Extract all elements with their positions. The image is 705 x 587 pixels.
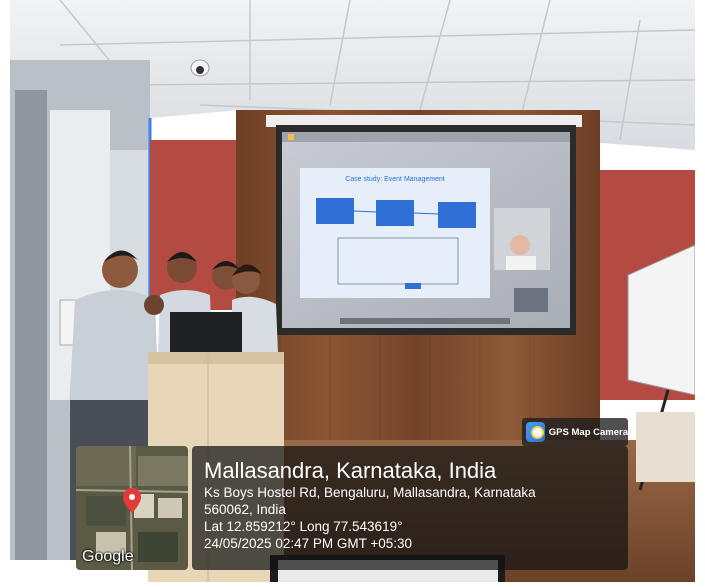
address-line-1: Ks Boys Hostel Rd, Bengaluru, Mallasandr…: [204, 485, 536, 500]
google-logo: Google: [82, 548, 134, 565]
left-border: [0, 0, 10, 582]
badge-label: GPS Map Camera: [548, 426, 628, 438]
address-line-2: 560062, India: [204, 502, 286, 517]
slide: [300, 168, 490, 298]
coordinates: Lat 12.859212° Long 77.543619°: [204, 519, 403, 534]
side-table: [636, 412, 695, 482]
location-title: Mallasandra, Karnataka, India: [204, 458, 497, 483]
slide-title: Case study: Event Management: [345, 176, 445, 183]
map-camera-icon: [526, 422, 545, 442]
location-info-panel: Mallasandra, Karnataka, India Ks Boys Ho…: [192, 446, 628, 570]
right-border: [695, 0, 705, 582]
satellite-minimap: Google: [76, 446, 188, 570]
timestamp: 24/05/2025 02:47 PM GMT +05:30: [204, 536, 413, 551]
gps-map-camera-badge: GPS Map Camera: [522, 418, 628, 446]
laptop: [170, 312, 242, 356]
